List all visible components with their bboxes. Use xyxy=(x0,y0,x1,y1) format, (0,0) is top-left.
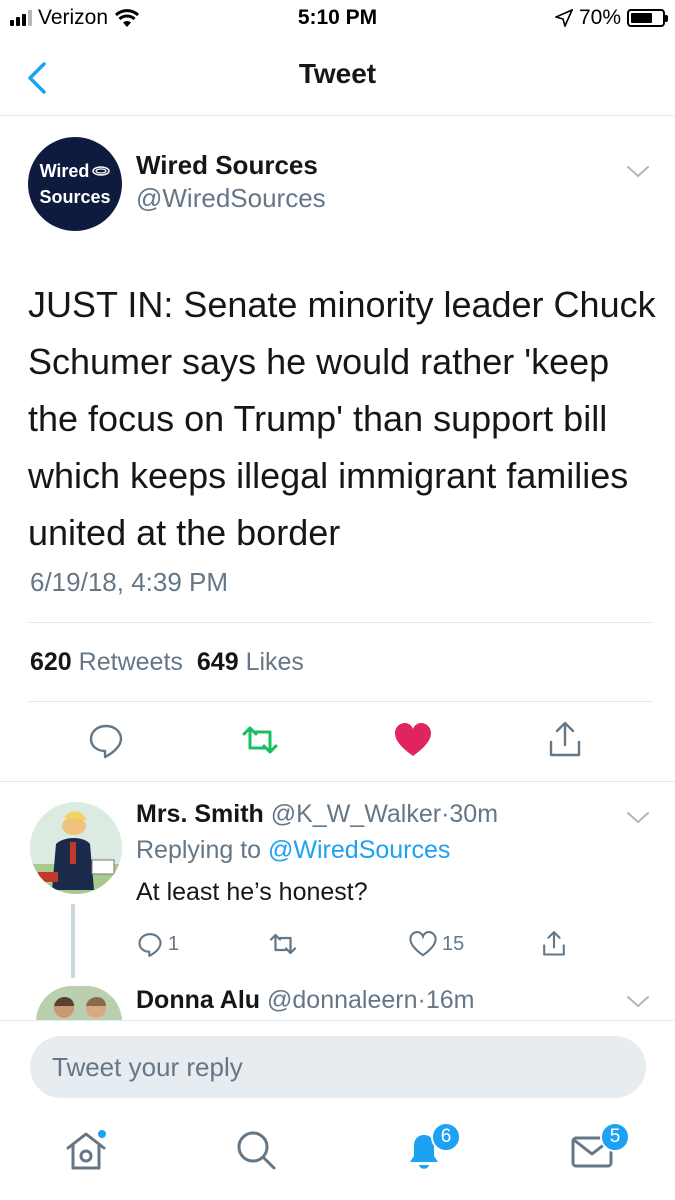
logo-swirl-icon xyxy=(92,166,111,176)
tweet-text: JUST IN: Senate minority leader Chuck Sc… xyxy=(28,284,656,553)
reply-avatar[interactable] xyxy=(36,986,122,1022)
like-heart-icon[interactable] xyxy=(393,720,433,760)
avatar-logo-text-2: Sources xyxy=(39,187,111,207)
battery-percent: 70% xyxy=(578,6,621,29)
author-handle[interactable]: @WiredSources xyxy=(136,183,326,214)
reply-header: Donna Alu @donnaleern·16m xyxy=(136,986,475,1014)
reply-author-handle[interactable]: @donnaleern xyxy=(267,986,418,1014)
status-bar: Verizon 5:10 PM 70% xyxy=(0,0,675,40)
replying-to-link[interactable]: @WiredSources xyxy=(268,836,450,864)
chevron-down-icon[interactable] xyxy=(625,810,651,826)
author-avatar[interactable]: Wired Sources xyxy=(28,137,122,231)
reply-input[interactable] xyxy=(30,1036,646,1098)
share-icon xyxy=(543,931,565,956)
divider xyxy=(0,781,675,782)
search-icon[interactable] xyxy=(232,1126,280,1174)
reply-like-count: 15 xyxy=(442,932,465,955)
messages-badge: 5 xyxy=(600,1122,630,1152)
home-icon[interactable] xyxy=(62,1126,110,1174)
reply-time: 30m xyxy=(449,800,499,828)
reply-author-name[interactable]: Donna Alu xyxy=(136,986,260,1014)
author-name[interactable]: Wired Sources xyxy=(136,150,318,181)
status-bar-right: 70% xyxy=(554,6,668,30)
notifications-badge: 6 xyxy=(431,1122,461,1152)
reply-reply-button[interactable]: 1 xyxy=(136,928,179,960)
page-title: Tweet xyxy=(298,58,377,89)
divider xyxy=(28,701,653,702)
reply-share-button[interactable] xyxy=(540,928,568,960)
reply-author-name[interactable]: Mrs. Smith xyxy=(136,800,264,828)
reply-icon[interactable] xyxy=(86,720,126,760)
thread-line xyxy=(71,904,75,978)
chevron-down-icon[interactable] xyxy=(625,994,651,1010)
location-arrow-icon xyxy=(554,9,573,27)
cartoon-avatar-image xyxy=(30,802,122,894)
battery-icon xyxy=(627,9,668,27)
reply-time: 16m xyxy=(425,986,475,1014)
chevron-down-icon[interactable] xyxy=(625,164,651,180)
reply-author-handle[interactable]: @K_W_Walker xyxy=(271,800,441,828)
tweet-stats: 620 Retweets 649 Likes xyxy=(30,648,304,677)
reply-icon xyxy=(138,933,162,957)
reply-retweet-button[interactable] xyxy=(268,928,298,960)
reply-header: Mrs. Smith @K_W_Walker·30m xyxy=(136,800,499,828)
photo-avatar-image xyxy=(36,986,122,1022)
heart-outline-icon xyxy=(409,931,437,957)
replying-to: Replying to @WiredSources xyxy=(136,836,451,864)
retweets-stat[interactable]: 620 Retweets xyxy=(30,648,183,677)
divider xyxy=(28,622,653,623)
reply-avatar[interactable] xyxy=(30,802,122,894)
retweet-icon xyxy=(269,933,297,955)
reply-text: At least he’s honest? xyxy=(136,878,368,906)
retweet-icon[interactable] xyxy=(240,720,280,760)
share-icon[interactable] xyxy=(545,720,585,760)
reply-count: 1 xyxy=(168,932,180,955)
nav-bar: Tweet xyxy=(0,40,675,116)
likes-stat[interactable]: 649 Likes xyxy=(197,648,304,677)
avatar-logo-text: Wired xyxy=(40,158,111,184)
tweet-timestamp: 6/19/18, 4:39 PM xyxy=(30,567,229,597)
reply-like-button[interactable]: 15 xyxy=(408,928,464,960)
battery-level-fill xyxy=(631,13,652,23)
